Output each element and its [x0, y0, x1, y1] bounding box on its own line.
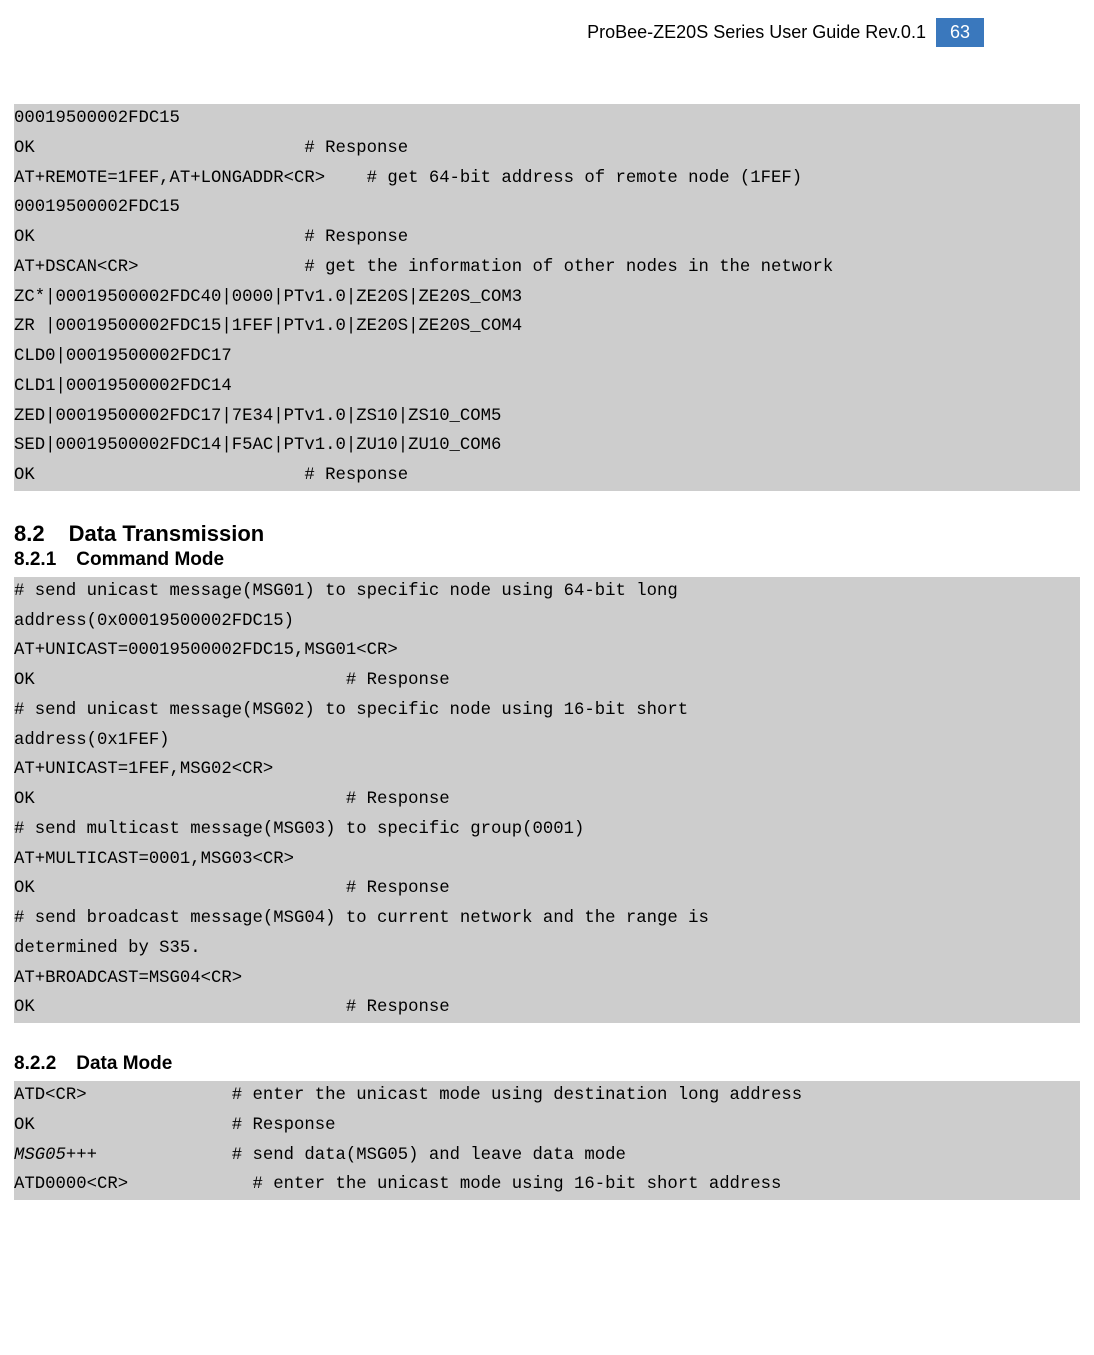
page-header: ProBee-ZE20S Series User Guide Rev.0.1 6… — [587, 18, 984, 47]
code-line: ATD<CR> # enter the unicast mode using d… — [14, 1086, 802, 1105]
subsection-title: Data Mode — [76, 1053, 172, 1074]
code-line: +++ # send data(MSG05) and leave data mo… — [66, 1146, 626, 1165]
code-block-2: # send unicast message(MSG01) to specifi… — [14, 577, 1080, 1023]
heading-8-2-1: 8.2.1 Command Mode — [14, 549, 1080, 571]
heading-8-2: 8.2 Data Transmission — [14, 521, 1080, 547]
section-title: Data Transmission — [69, 521, 265, 546]
code-block-1: 00019500002FDC15 OK # Response AT+REMOTE… — [14, 104, 1080, 491]
code-italic: MSG05 — [14, 1146, 66, 1165]
page-content: 00019500002FDC15 OK # Response AT+REMOTE… — [14, 104, 1080, 1200]
heading-8-2-2: 8.2.2 Data Mode — [14, 1053, 1080, 1075]
code-line: OK # Response — [14, 1116, 335, 1135]
subsection-title: Command Mode — [76, 549, 224, 570]
page-number: 63 — [936, 18, 984, 47]
code-line: ATD0000<CR> # enter the unicast mode usi… — [14, 1175, 781, 1194]
doc-title: ProBee-ZE20S Series User Guide Rev.0.1 — [587, 22, 926, 43]
code-block-3: ATD<CR> # enter the unicast mode using d… — [14, 1081, 1080, 1200]
subsection-number: 8.2.1 — [14, 549, 56, 570]
subsection-number: 8.2.2 — [14, 1053, 56, 1074]
section-number: 8.2 — [14, 521, 45, 546]
